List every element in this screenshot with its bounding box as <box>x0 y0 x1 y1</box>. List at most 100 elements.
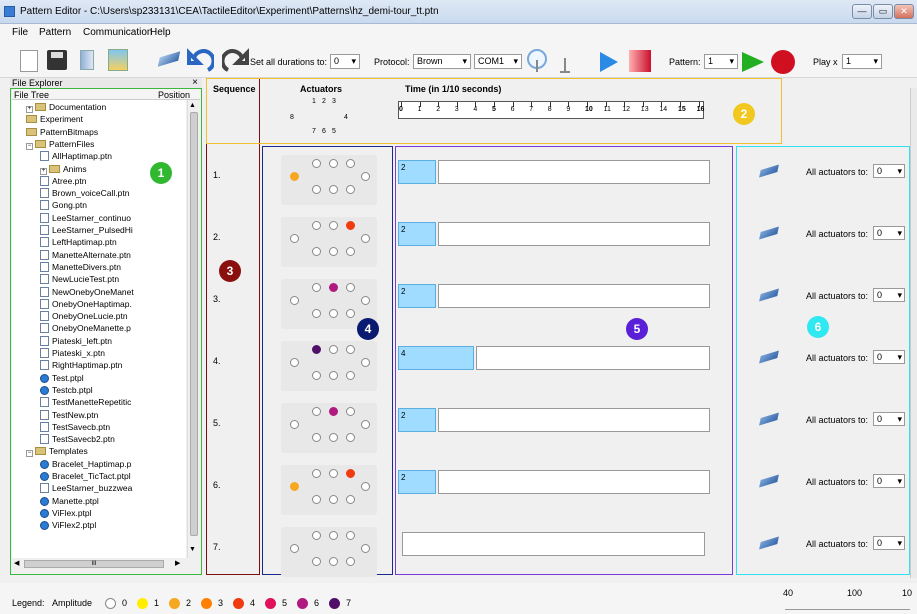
timeline-track[interactable] <box>476 346 710 370</box>
actuator-7[interactable] <box>312 309 321 318</box>
actuator-6[interactable] <box>329 247 338 256</box>
play-pattern-icon[interactable] <box>740 50 766 74</box>
actuator-3[interactable] <box>346 283 355 292</box>
duration-block[interactable]: 4 <box>398 346 474 370</box>
duration-block[interactable]: 2 <box>398 284 436 308</box>
stop-icon[interactable] <box>629 50 651 72</box>
all-actuators-select[interactable]: 0 <box>873 474 905 488</box>
actuator-6[interactable] <box>329 557 338 566</box>
menu-file[interactable]: File <box>12 27 28 38</box>
actuator-8[interactable] <box>290 420 299 429</box>
actuator-7[interactable] <box>312 185 321 194</box>
actuator-1[interactable] <box>312 407 321 416</box>
actuator-3[interactable] <box>346 159 355 168</box>
disconnect-icon[interactable] <box>558 56 572 74</box>
actuator-5[interactable] <box>346 247 355 256</box>
duration-block[interactable]: 2 <box>398 470 436 494</box>
actuator-6[interactable] <box>329 185 338 194</box>
actuator-7[interactable] <box>312 247 321 256</box>
duration-block[interactable]: 2 <box>398 160 436 184</box>
actuator-5[interactable] <box>346 185 355 194</box>
timeline-track[interactable] <box>438 160 710 184</box>
eraser-icon[interactable] <box>157 51 181 67</box>
actuator-6[interactable] <box>329 371 338 380</box>
all-actuators-select[interactable]: 0 <box>873 350 905 364</box>
actuator-7[interactable] <box>312 495 321 504</box>
all-actuators-select[interactable]: 0 <box>873 536 905 550</box>
actuator-1[interactable] <box>312 283 321 292</box>
actuator-8[interactable] <box>290 296 299 305</box>
timeline-track[interactable] <box>438 408 710 432</box>
right-scrollbar[interactable] <box>910 88 917 578</box>
play-times-select[interactable]: 1 <box>842 54 882 69</box>
all-actuators-select[interactable]: 0 <box>873 226 905 240</box>
actuator-3[interactable] <box>346 531 355 540</box>
actuator-8[interactable] <box>290 544 299 553</box>
actuator-8[interactable] <box>290 172 299 181</box>
actuator-5[interactable] <box>346 495 355 504</box>
actuator-4[interactable] <box>361 482 370 491</box>
duration-block[interactable]: 2 <box>398 408 436 432</box>
protocol-select[interactable]: Brown <box>413 54 471 69</box>
timeline-track[interactable] <box>438 222 710 246</box>
actuator-8[interactable] <box>290 482 299 491</box>
close-button[interactable]: ✕ <box>894 4 914 19</box>
actuator-4[interactable] <box>361 420 370 429</box>
open-folder-icon[interactable] <box>108 49 128 71</box>
actuator-3[interactable] <box>346 469 355 478</box>
actuator-3[interactable] <box>346 345 355 354</box>
actuator-4[interactable] <box>361 358 370 367</box>
actuator-2[interactable] <box>329 531 338 540</box>
set-all-durations-select[interactable]: 0 <box>330 54 360 69</box>
menu-communication[interactable]: Communication <box>83 27 152 38</box>
actuator-2[interactable] <box>329 221 338 230</box>
actuator-6[interactable] <box>329 309 338 318</box>
actuator-2[interactable] <box>329 283 338 292</box>
actuator-4[interactable] <box>361 544 370 553</box>
actuator-2[interactable] <box>329 469 338 478</box>
all-actuators-select[interactable]: 0 <box>873 288 905 302</box>
time-ruler[interactable]: 0 1 2 3 4 5 6 7 8 9 10 11 12 13 14 15 16 <box>398 101 704 119</box>
actuator-4[interactable] <box>361 296 370 305</box>
actuator-2[interactable] <box>329 407 338 416</box>
redo-icon[interactable] <box>222 48 250 74</box>
timeline-track[interactable] <box>438 284 710 308</box>
actuator-5[interactable] <box>346 433 355 442</box>
actuator-7[interactable] <box>312 371 321 380</box>
actuator-1[interactable] <box>312 469 321 478</box>
port-select[interactable]: COM1 <box>474 54 522 69</box>
actuator-1[interactable] <box>312 221 321 230</box>
actuator-5[interactable] <box>346 557 355 566</box>
actuator-1[interactable] <box>312 345 321 354</box>
actuator-4[interactable] <box>361 172 370 181</box>
undo-icon[interactable] <box>186 48 214 74</box>
actuator-2[interactable] <box>329 345 338 354</box>
actuator-8[interactable] <box>290 234 299 243</box>
timeline-track[interactable] <box>402 532 705 556</box>
actuator-3[interactable] <box>346 221 355 230</box>
actuator-8[interactable] <box>290 358 299 367</box>
actuator-6[interactable] <box>329 433 338 442</box>
actuator-1[interactable] <box>312 531 321 540</box>
connect-icon[interactable] <box>526 48 548 74</box>
pattern-select[interactable]: 1 <box>704 54 738 69</box>
maximize-button[interactable]: ▭ <box>873 4 893 19</box>
actuator-7[interactable] <box>312 557 321 566</box>
zoom-slider[interactable] <box>785 609 910 610</box>
menu-help[interactable]: Help <box>150 27 171 38</box>
duration-block[interactable]: 2 <box>398 222 436 246</box>
actuator-3[interactable] <box>346 407 355 416</box>
new-file-icon[interactable] <box>20 50 38 72</box>
actuator-5[interactable] <box>346 371 355 380</box>
actuator-6[interactable] <box>329 495 338 504</box>
minimize-button[interactable]: — <box>852 4 872 19</box>
record-icon[interactable] <box>770 49 796 75</box>
actuator-7[interactable] <box>312 433 321 442</box>
file-explorer-close-icon[interactable]: × <box>192 77 198 88</box>
menu-pattern[interactable]: Pattern <box>39 27 71 38</box>
actuator-5[interactable] <box>346 309 355 318</box>
play-icon[interactable] <box>598 50 620 74</box>
save-as-icon[interactable] <box>80 50 94 70</box>
actuator-4[interactable] <box>361 234 370 243</box>
all-actuators-select[interactable]: 0 <box>873 164 905 178</box>
